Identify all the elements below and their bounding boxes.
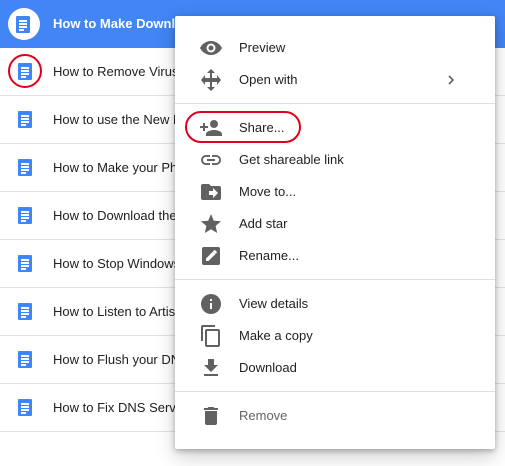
file-name: How to Listen to Artis — [53, 304, 176, 319]
menu-label: Get shareable link — [239, 152, 344, 167]
menu-divider — [175, 391, 495, 392]
folder-move-icon — [201, 184, 221, 200]
menu-divider — [175, 279, 495, 280]
doc-icon — [18, 255, 32, 272]
menu-label: Make a copy — [239, 328, 313, 343]
eye-icon — [200, 41, 222, 55]
menu-label: Rename... — [239, 248, 299, 263]
chevron-right-icon — [448, 75, 455, 85]
menu-label: Download — [239, 360, 297, 375]
file-name: How to Download the — [53, 208, 177, 223]
menu-item-remove[interactable]: Remove — [175, 400, 495, 432]
info-icon — [201, 294, 221, 314]
menu-item-open-with[interactable]: Open with — [175, 64, 495, 96]
context-menu: Preview Open with Share... Get shareable… — [175, 16, 495, 449]
file-name: How to use the New B — [53, 112, 182, 127]
doc-icon — [18, 111, 32, 128]
link-icon — [201, 155, 221, 165]
menu-label: Open with — [239, 72, 298, 87]
menu-label: Remove — [239, 408, 288, 423]
menu-label: Preview — [239, 40, 286, 55]
menu-item-get-link[interactable]: Get shareable link — [175, 144, 495, 176]
highlight-share — [185, 111, 301, 143]
menu-item-add-star[interactable]: Add star — [175, 208, 495, 240]
doc-icon — [18, 207, 32, 224]
menu-label: Move to... — [239, 184, 297, 199]
rename-icon — [202, 247, 220, 265]
file-name: How to Flush your DN — [53, 352, 181, 367]
menu-item-download[interactable]: Download — [175, 352, 495, 384]
highlight-ring — [8, 54, 42, 88]
download-icon — [204, 359, 218, 376]
doc-icon — [16, 16, 30, 33]
menu-label: Add star — [239, 216, 288, 231]
file-name: How to Make your Ph — [53, 160, 178, 175]
doc-icon — [18, 351, 32, 368]
doc-icon — [18, 159, 32, 176]
move-arrows-icon — [201, 69, 221, 91]
menu-item-view-details[interactable]: View details — [175, 288, 495, 320]
menu-item-make-copy[interactable]: Make a copy — [175, 320, 495, 352]
file-name: How to Remove Virus — [53, 64, 179, 79]
file-name: How to Stop Windows — [53, 256, 181, 271]
menu-label: View details — [239, 296, 309, 311]
menu-item-rename[interactable]: Rename... — [175, 240, 495, 272]
menu-divider — [175, 103, 495, 104]
doc-icon — [18, 303, 32, 320]
menu-item-preview[interactable]: Preview — [175, 32, 495, 64]
star-icon — [201, 214, 221, 233]
menu-item-move-to[interactable]: Move to... — [175, 176, 495, 208]
file-name: How to Fix DNS Serve — [53, 400, 184, 415]
doc-icon — [18, 399, 32, 416]
trash-icon — [204, 407, 218, 425]
copy-icon — [201, 325, 220, 347]
